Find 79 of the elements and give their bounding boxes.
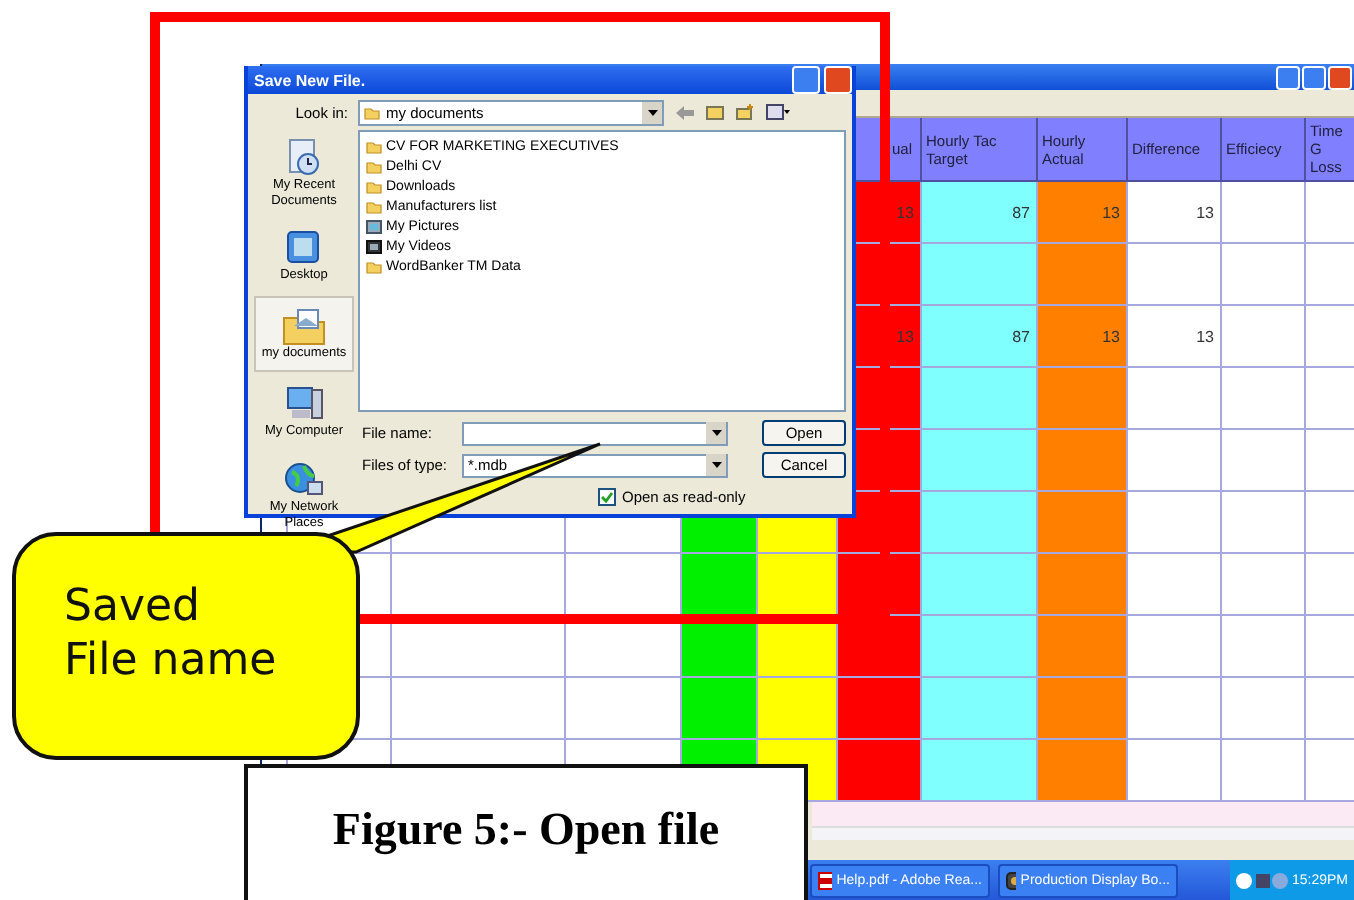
table-cell <box>1222 554 1306 616</box>
table-cell <box>1128 616 1222 678</box>
table-cell <box>1222 306 1306 368</box>
read-only-checkbox[interactable] <box>598 487 616 505</box>
table-cell <box>1306 430 1354 492</box>
table-cell <box>1306 368 1354 430</box>
table-cell <box>1306 492 1354 554</box>
table-cell <box>1222 182 1306 244</box>
table-cell <box>682 554 758 616</box>
desktop-icon <box>284 228 324 269</box>
table-cell <box>1306 554 1354 616</box>
table-cell <box>1222 368 1306 430</box>
dialog-title: Save New File. <box>254 71 368 89</box>
maximize-button[interactable] <box>1302 65 1326 89</box>
file-name-field[interactable] <box>462 421 728 445</box>
callout-text: Saved <box>64 580 202 634</box>
table-cell <box>922 244 1038 306</box>
help-button[interactable] <box>792 66 820 94</box>
table-cell: 87 <box>922 182 1038 244</box>
table-cell <box>1038 492 1128 554</box>
table-cell <box>1222 244 1306 306</box>
up-folder-icon[interactable] <box>706 104 724 120</box>
figure-caption: Figure 5:- Open file <box>332 804 720 856</box>
callout-text: File name <box>64 634 279 688</box>
table-cell <box>1038 616 1128 678</box>
table-cell <box>1128 244 1222 306</box>
table-cell: 13 <box>1038 306 1128 368</box>
clock-document-icon <box>284 138 324 178</box>
table-cell <box>1222 740 1306 802</box>
table-cell <box>1128 554 1222 616</box>
app-icon <box>1006 871 1017 889</box>
table-cell <box>566 554 682 616</box>
globe-computer-icon <box>284 460 324 500</box>
table-cell <box>1038 368 1128 430</box>
table-cell <box>922 616 1038 678</box>
close-button[interactable] <box>1328 65 1352 89</box>
table-cell <box>1222 430 1306 492</box>
folder-icon <box>364 105 380 119</box>
back-arrow-icon[interactable] <box>676 105 694 119</box>
table-cell <box>1306 306 1354 368</box>
document-folder-icon <box>282 306 326 347</box>
table-cell <box>1128 492 1222 554</box>
table-cell <box>1038 430 1128 492</box>
table-cell <box>1222 492 1306 554</box>
document-icon <box>818 871 833 889</box>
table-cell <box>1128 430 1222 492</box>
horizontal-scrollbar[interactable] <box>812 826 1354 840</box>
table-cell <box>1306 740 1354 802</box>
table-cell <box>1222 616 1306 678</box>
table-cell: 13 <box>1128 182 1222 244</box>
computer-icon <box>284 384 324 425</box>
table-cell <box>922 554 1038 616</box>
table-cell <box>566 678 682 740</box>
table-cell <box>1038 554 1128 616</box>
table-cell <box>1306 182 1354 244</box>
table-cell <box>1128 368 1222 430</box>
table-cell <box>758 554 838 616</box>
table-cell <box>1128 740 1222 802</box>
table-cell <box>1306 244 1354 306</box>
view-menu-icon[interactable] <box>766 104 790 120</box>
table-cell <box>1038 740 1128 802</box>
table-cell: 13 <box>1038 182 1128 244</box>
table-cell <box>1306 616 1354 678</box>
table-cell <box>922 430 1038 492</box>
folder-icon <box>366 260 382 274</box>
minimize-button[interactable] <box>1276 65 1300 89</box>
table-cell <box>838 616 922 678</box>
table-cell: 13 <box>1128 306 1222 368</box>
table-cell <box>838 740 922 802</box>
pictures-folder-icon <box>366 220 382 234</box>
new-folder-icon[interactable] <box>736 104 754 120</box>
close-button[interactable] <box>824 66 852 94</box>
table-cell <box>922 492 1038 554</box>
tray-icons <box>1235 871 1288 889</box>
table-cell: 87 <box>922 306 1038 368</box>
table-cell <box>922 740 1038 802</box>
table-cell <box>922 368 1038 430</box>
film-folder-icon <box>366 240 382 254</box>
table-cell <box>1038 244 1128 306</box>
